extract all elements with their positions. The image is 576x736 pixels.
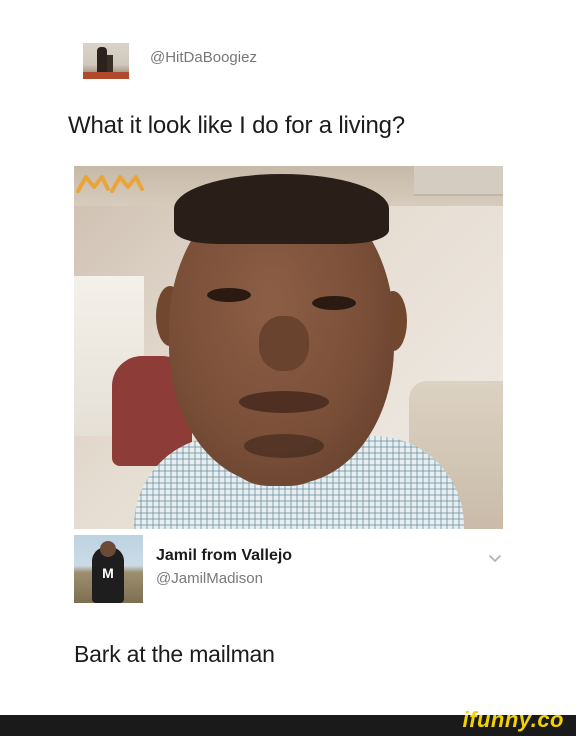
avatar-floor xyxy=(83,72,129,79)
avatar-shirt-logo: M xyxy=(102,565,114,581)
nose xyxy=(259,316,309,371)
original-poster-avatar[interactable] xyxy=(83,43,129,79)
photo-sticker xyxy=(74,170,144,202)
chevron-down-icon[interactable] xyxy=(488,552,502,564)
avatar-head xyxy=(100,541,116,557)
mm-sticker-icon xyxy=(76,175,144,193)
chevron-down-icon-svg xyxy=(489,555,501,562)
chin-beard xyxy=(244,434,324,458)
original-poster-handle[interactable]: @HitDaBoogiez xyxy=(150,49,257,66)
mouth xyxy=(239,391,329,413)
reply-author-name[interactable]: Jamil from Vallejo xyxy=(156,547,292,565)
reply-tweet-text: Bark at the mailman xyxy=(74,641,275,667)
selfie-photo[interactable] xyxy=(74,166,503,529)
eye-right xyxy=(312,296,356,310)
eye-left xyxy=(207,288,251,302)
site-watermark: ifunny.co xyxy=(462,707,564,732)
original-tweet-text: What it look like I do for a living? xyxy=(68,112,405,139)
reply-author-handle[interactable]: @JamilMadison xyxy=(156,570,263,587)
hair xyxy=(174,174,389,244)
reply-author-avatar[interactable]: M xyxy=(74,535,143,603)
rearview-mirror xyxy=(414,166,503,196)
